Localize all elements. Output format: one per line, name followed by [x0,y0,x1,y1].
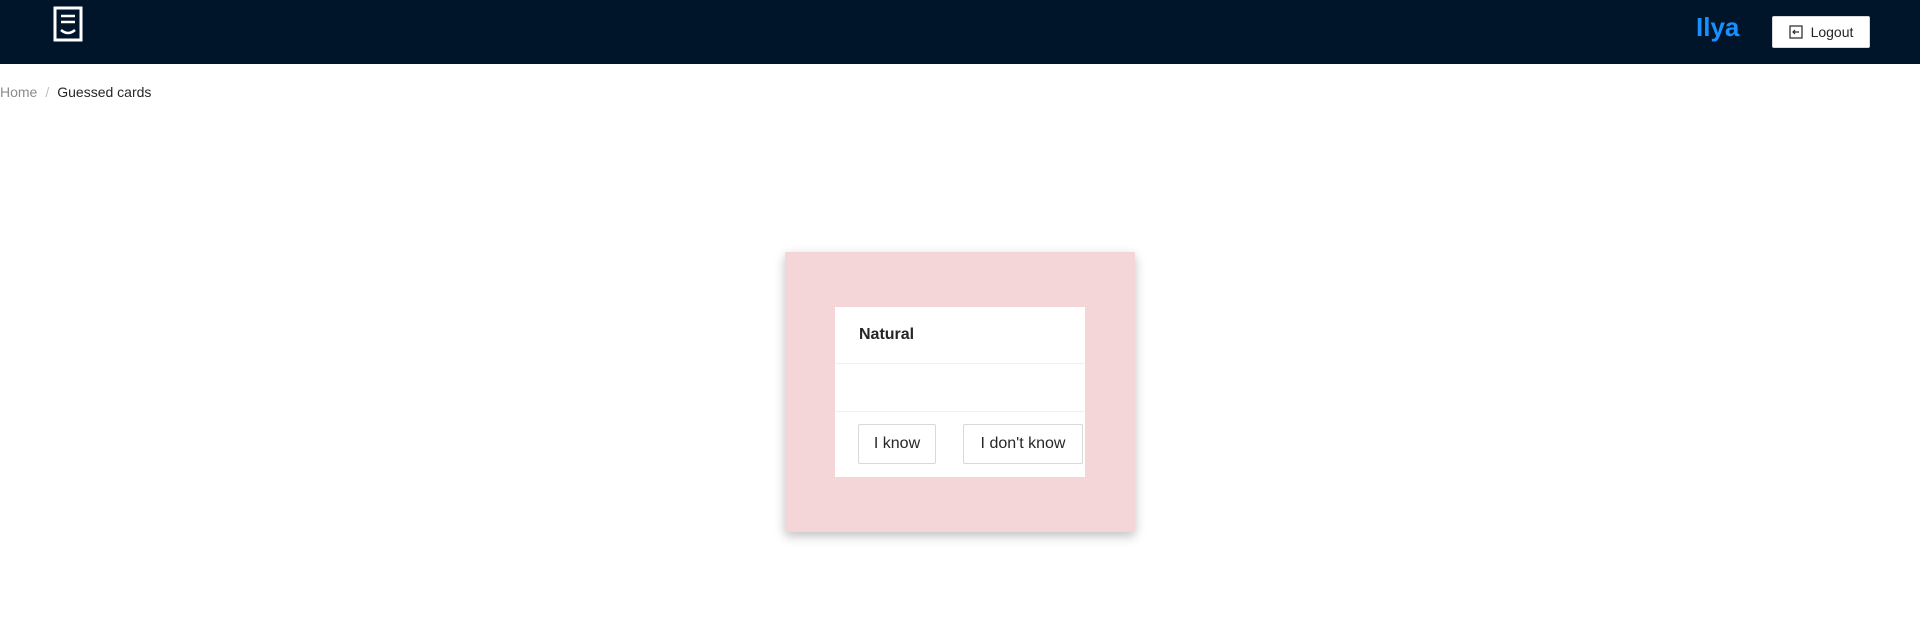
i-know-button[interactable]: I know [858,424,936,464]
flashcard: Natural I know I don't know [835,307,1085,477]
flashcard-body [835,364,1085,412]
user-name: Ilya [1696,12,1740,42]
logout-label: Logout [1810,24,1854,40]
flashcard-title: Natural [835,307,1085,364]
breadcrumb-separator: / [45,84,50,100]
flashcard-frame: Natural I know I don't know [785,252,1135,532]
top-header: Ilya Logout [0,0,1920,64]
flashcard-actions: I know I don't know [835,412,1085,476]
breadcrumb: Home / Guessed cards [0,82,151,102]
logout-icon [1788,25,1803,39]
document-icon[interactable] [53,6,83,42]
breadcrumb-home-link[interactable]: Home [0,82,37,102]
i-dont-know-button[interactable]: I don't know [963,424,1083,464]
logout-button[interactable]: Logout [1772,16,1870,48]
breadcrumb-current: Guessed cards [57,84,152,100]
